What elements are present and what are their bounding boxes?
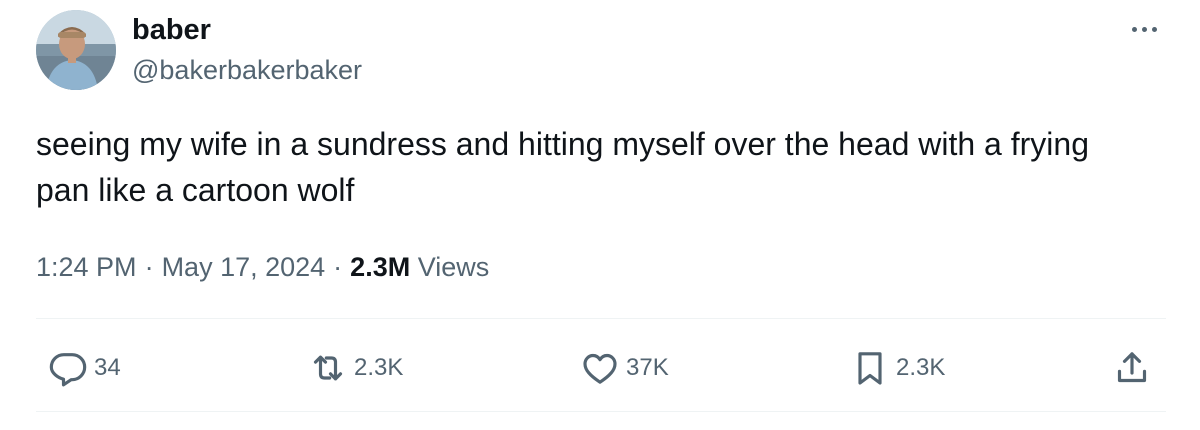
share-icon xyxy=(1117,352,1147,383)
tweet-meta: 1:24 PM · May 17, 2024 · 2.3M Views xyxy=(36,248,489,286)
heart-icon xyxy=(583,353,617,384)
meta-separator: · xyxy=(144,252,154,282)
reply-icon xyxy=(49,353,87,387)
retweet-count: 2.3K xyxy=(354,354,404,381)
tweet-card: baber @bakerbakerbaker seeing my wife in… xyxy=(0,0,1200,430)
author-handle[interactable]: @bakerbakerbaker xyxy=(132,53,362,87)
bookmark-count: 2.3K xyxy=(896,354,946,381)
like-count: 37K xyxy=(626,354,669,381)
like-button[interactable]: 37K xyxy=(580,346,669,390)
more-dot xyxy=(1151,26,1157,32)
more-dot xyxy=(1131,26,1137,32)
divider xyxy=(36,318,1166,319)
author-display-name[interactable]: baber xyxy=(132,12,211,48)
avatar-photo xyxy=(36,10,116,90)
meta-separator: · xyxy=(333,252,343,282)
bookmark-button[interactable]: 2.3K xyxy=(850,346,945,390)
avatar[interactable] xyxy=(36,10,116,90)
retweet-button[interactable]: 2.3K xyxy=(308,346,403,390)
divider xyxy=(36,411,1166,412)
tweet-time[interactable]: 1:24 PM xyxy=(36,252,137,282)
views-label: Views xyxy=(417,252,490,282)
bookmark-icon xyxy=(858,352,882,385)
tweet-date[interactable]: May 17, 2024 xyxy=(162,252,326,282)
reply-button[interactable]: 34 xyxy=(48,346,121,390)
tweet-text: seeing my wife in a sundress and hitting… xyxy=(36,126,1089,208)
more-dot xyxy=(1141,26,1147,32)
views-count: 2.3M xyxy=(350,252,411,282)
more-icon[interactable] xyxy=(1124,14,1164,44)
share-button[interactable] xyxy=(1112,346,1152,390)
reply-count: 34 xyxy=(94,354,121,381)
retweet-icon xyxy=(313,355,343,381)
